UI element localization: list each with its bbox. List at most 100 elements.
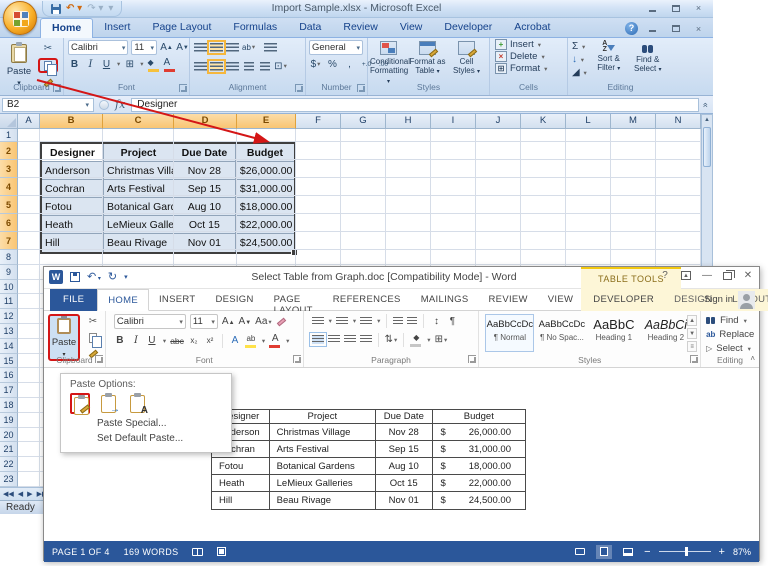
word-grow-font-icon[interactable]: A▲ — [222, 316, 235, 327]
font-dialog-launcher-icon[interactable] — [179, 84, 187, 92]
row-header-22[interactable]: 22 — [0, 457, 18, 472]
percent-style-icon[interactable]: % — [326, 57, 339, 71]
excel-paste-button[interactable]: Paste ▾ — [4, 42, 34, 82]
excel-tab-data[interactable]: Data — [288, 18, 332, 38]
borders-icon[interactable]: ⊞ — [123, 57, 136, 71]
multilevel-list-icon[interactable] — [360, 317, 372, 326]
workbook-minimize-icon[interactable] — [644, 23, 661, 35]
cell-budget[interactable]: $24,500.00 — [433, 492, 525, 509]
font-color-icon[interactable]: A — [163, 57, 176, 71]
align-top-icon[interactable] — [194, 43, 207, 52]
justify-icon[interactable] — [360, 335, 372, 344]
collapse-ribbon-icon[interactable]: ˄ — [750, 354, 755, 363]
align-center-icon[interactable] — [210, 62, 223, 71]
word-tab-mailings[interactable]: MAILINGS — [411, 289, 479, 311]
change-case-icon[interactable]: Aa▾ — [255, 316, 272, 327]
word-tab-review[interactable]: REVIEW — [479, 289, 538, 311]
cell-due-date[interactable]: Oct 15 — [376, 475, 433, 492]
style-card-heading-2[interactable]: AaBbCiHeading 2 — [641, 314, 690, 352]
word-cut-icon[interactable]: ✂ — [86, 315, 100, 328]
zoom-out-icon[interactable]: − — [644, 546, 650, 558]
workbook-restore-icon[interactable] — [667, 23, 684, 35]
numbering-icon[interactable] — [336, 317, 348, 326]
cell-due-date[interactable]: Nov 28 — [376, 424, 433, 441]
decrease-indent-icon[interactable] — [393, 317, 403, 326]
word-paste-button-highlighted[interactable]: Paste▾ — [48, 314, 80, 361]
word-tab-developer[interactable]: DEVELOPER — [583, 289, 664, 311]
column-header-C[interactable]: C — [103, 114, 174, 129]
cell-budget[interactable]: $18,000.00 — [433, 458, 525, 475]
header-cell-project[interactable]: Project — [270, 410, 376, 424]
column-header-K[interactable]: K — [521, 114, 566, 129]
bold-icon[interactable]: B — [68, 57, 81, 71]
ribbon-display-options-icon[interactable]: ▲ — [681, 271, 691, 280]
row-header-18[interactable]: 18 — [0, 398, 18, 413]
row-header-2[interactable]: 2 — [0, 142, 18, 160]
macro-icon[interactable] — [217, 547, 226, 556]
zoom-slider[interactable] — [659, 551, 711, 552]
select-all-corner[interactable] — [0, 114, 18, 129]
row-header-12[interactable]: 12 — [0, 309, 18, 324]
first-sheet-icon[interactable]: ◀◀ — [3, 490, 14, 498]
sign-in-link[interactable]: Sign in — [704, 294, 733, 305]
column-header-L[interactable]: L — [566, 114, 611, 129]
cell-project[interactable]: Christmas Village — [270, 424, 376, 441]
minimize-icon[interactable] — [644, 2, 661, 14]
row-header-8[interactable]: 8 — [0, 250, 18, 265]
cell-due-date[interactable]: Sep 15 — [376, 441, 433, 458]
word-italic-icon[interactable]: I — [130, 335, 142, 346]
scroll-up-icon[interactable]: ▲ — [702, 115, 712, 126]
row-header-7[interactable]: 7 — [0, 232, 18, 250]
column-header-N[interactable]: N — [656, 114, 701, 129]
prev-sheet-icon[interactable]: ◀ — [18, 490, 23, 498]
row-header-4[interactable]: 4 — [0, 178, 18, 196]
shading-icon[interactable]: ◆ — [410, 332, 422, 347]
excel-tab-acrobat[interactable]: Acrobat — [503, 18, 561, 38]
replace-button[interactable]: abReplace — [706, 329, 754, 340]
word-help-icon[interactable]: ? — [658, 270, 672, 281]
cell-budget[interactable]: $22,000.00 — [433, 475, 525, 492]
wrap-text-icon[interactable] — [264, 43, 277, 52]
excel-tab-insert[interactable]: Insert — [93, 18, 141, 38]
workbook-close-icon[interactable]: × — [690, 23, 707, 35]
keep-text-only-icon[interactable]: A — [128, 393, 148, 414]
proofing-icon[interactable] — [192, 548, 203, 556]
clipboard-dialog-launcher-icon[interactable] — [53, 84, 61, 92]
word-paragraph-dialog-launcher-icon[interactable] — [468, 355, 476, 363]
word-minimize-icon[interactable]: — — [700, 270, 714, 281]
fill-color-icon[interactable]: ◆ — [147, 57, 160, 71]
styles-scroll-down-icon[interactable]: ▼ — [687, 328, 697, 339]
row-header-16[interactable]: 16 — [0, 368, 18, 383]
cell-designer[interactable]: Heath — [212, 475, 270, 492]
column-header-I[interactable]: I — [431, 114, 476, 129]
cell-project[interactable]: Botanical Gardens — [270, 458, 376, 475]
cell-budget[interactable]: $31,000.00 — [433, 441, 525, 458]
word-document-table[interactable]: DesignerProjectDue DateBudgetAndersonChr… — [211, 409, 526, 510]
copy-icon-highlighted[interactable] — [38, 58, 58, 73]
autosum-icon[interactable]: Σ ▾ — [572, 41, 587, 52]
orientation-icon[interactable]: ab▾ — [242, 40, 255, 54]
row-header-10[interactable]: 10 — [0, 280, 18, 295]
menu-item-paste-special-[interactable]: Paste Special... — [97, 418, 231, 429]
decrease-indent-icon[interactable] — [242, 59, 255, 73]
menu-item-set-default-paste-[interactable]: Set Default Paste... — [97, 433, 231, 444]
insert-function-icon[interactable]: fx — [115, 98, 125, 111]
word-align-right-icon[interactable] — [344, 335, 356, 344]
highlight-color-icon[interactable]: ab — [245, 333, 257, 348]
grow-font-icon[interactable]: A▲ — [160, 41, 173, 55]
increase-indent-icon[interactable] — [258, 59, 271, 73]
cell-due-date[interactable]: Nov 01 — [376, 492, 433, 509]
cell-designer[interactable]: Hill — [212, 492, 270, 509]
number-format-select[interactable]: General▾ — [309, 40, 363, 55]
row-header-9[interactable]: 9 — [0, 265, 18, 280]
column-header-B[interactable]: B — [40, 114, 103, 129]
word-tab-page-layout[interactable]: PAGE LAYOUT — [264, 289, 323, 311]
column-header-D[interactable]: D — [174, 114, 237, 129]
web-layout-icon[interactable] — [620, 545, 636, 559]
word-tab-design[interactable]: DESIGN — [205, 289, 263, 311]
excel-tab-view[interactable]: View — [389, 18, 434, 38]
print-layout-icon[interactable] — [596, 545, 612, 559]
word-document-area[interactable]: Paste Options: → A Paste Special...Set D… — [44, 368, 759, 541]
insert-cells-button[interactable]: +Insert▾ — [495, 39, 567, 50]
avatar[interactable] — [738, 291, 755, 309]
